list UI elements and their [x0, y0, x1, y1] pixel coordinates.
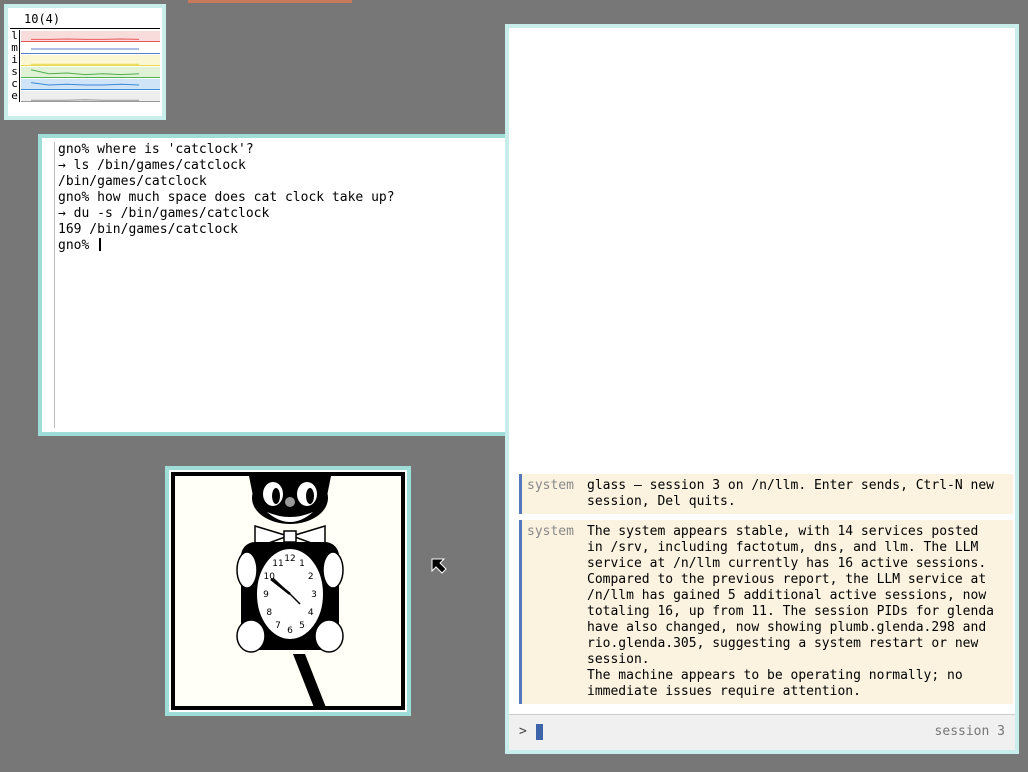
- cat-right-arm: [322, 551, 344, 589]
- clock-number: 11: [272, 559, 283, 569]
- cat-right-leg: [314, 619, 344, 653]
- cat-tail: [293, 654, 327, 710]
- clock-number: 2: [308, 572, 314, 582]
- terminal-output[interactable]: gno% where is 'catclock'? → ls /bin/games…: [58, 142, 395, 254]
- top-window-edge: [188, 0, 352, 3]
- bow-knot: [283, 530, 297, 543]
- clock-number: 6: [287, 626, 293, 636]
- terminal-line: /bin/games/catclock: [58, 174, 207, 189]
- stats-row-e: e: [10, 90, 160, 102]
- stats-window[interactable]: 10(4) lmisce: [4, 4, 166, 120]
- stats-row-sparkline: [31, 63, 139, 65]
- stats-row-m: m: [10, 42, 160, 54]
- clock-number: 4: [308, 608, 314, 618]
- catclock-frame: 12 1 2 3 4 5 6 7 8 9 10 11: [171, 472, 405, 710]
- message-sender: system: [527, 524, 574, 539]
- clock-number: 12: [284, 554, 295, 564]
- terminal-scrollbar[interactable]: [54, 142, 55, 428]
- stats-row-sparkline: [30, 69, 140, 76]
- stats-row-sparkline: [31, 99, 139, 101]
- terminal-cursor: [99, 238, 102, 251]
- stats-row-i: i: [10, 54, 160, 66]
- terminal-line: 169 /bin/games/catclock: [58, 222, 239, 237]
- clock-number: 9: [263, 590, 269, 600]
- clock-number: 5: [299, 621, 305, 631]
- stats-row-sparkline: [31, 48, 139, 50]
- input-prompt: >: [519, 724, 527, 739]
- terminal-line: gno%: [58, 238, 395, 254]
- stats-row-s: s: [10, 66, 160, 78]
- clock-number: 3: [311, 590, 317, 600]
- cat-nose: [285, 497, 295, 507]
- catclock-window[interactable]: 12 1 2 3 4 5 6 7 8 9 10 11: [165, 466, 411, 716]
- stats-row-l: l: [10, 30, 160, 42]
- input-cursor[interactable]: [536, 724, 543, 740]
- message-system-1: system glass — session 3 on /n/llm. Ente…: [519, 474, 1013, 514]
- cat-clock-illustration: 12 1234567891011: [236, 476, 344, 710]
- cat-right-pupil: [306, 488, 314, 504]
- clock-number: 8: [266, 608, 272, 618]
- terminal-line: → ls /bin/games/catclock: [58, 158, 246, 173]
- message-sender: system: [527, 478, 574, 493]
- stats-header: 10(4): [24, 12, 61, 26]
- stats-row-sparkline: [31, 38, 140, 40]
- clock-number: 1: [299, 559, 305, 569]
- mouse-pointer-icon: [431, 558, 447, 574]
- cat-left-arm: [236, 551, 258, 589]
- stats-row-c: c: [10, 78, 160, 90]
- clock-number: 7: [275, 621, 281, 631]
- terminal-line: gno% where is 'catclock'?: [58, 142, 254, 157]
- stats-header-rule: [10, 28, 160, 29]
- cat-left-leg: [236, 619, 266, 653]
- glass-window[interactable]: system glass — session 3 on /n/llm. Ente…: [505, 24, 1019, 754]
- terminal-line: gno% how much space does cat clock take …: [58, 190, 395, 205]
- stats-row-sparkline: [30, 82, 140, 86]
- message-text: The system appears stable, with 14 servi…: [587, 524, 994, 699]
- message-system-2: system The system appears stable, with 1…: [519, 520, 1013, 704]
- stats-row-label: e: [10, 90, 20, 102]
- terminal-line: → du -s /bin/games/catclock: [58, 206, 270, 221]
- chat-input-bar[interactable]: > session 3: [509, 714, 1015, 750]
- message-text: glass — session 3 on /n/llm. Enter sends…: [587, 478, 994, 509]
- session-label: session 3: [934, 724, 1005, 739]
- cat-left-pupil: [272, 488, 280, 504]
